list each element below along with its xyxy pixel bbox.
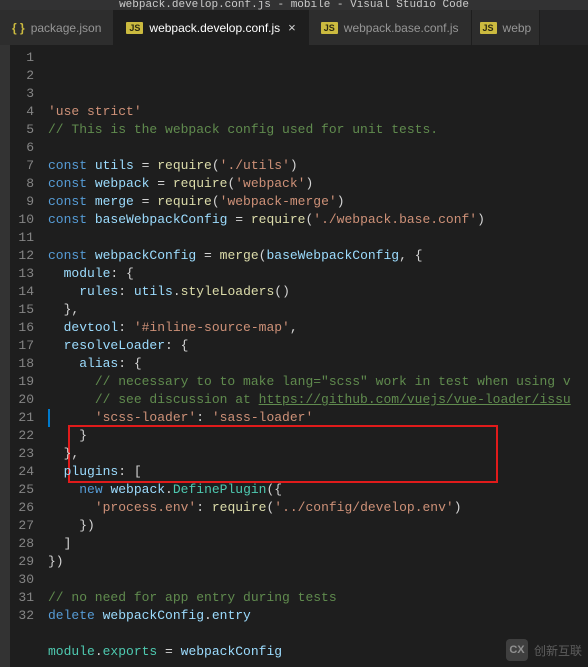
line-number: 31 — [16, 589, 34, 607]
tab-webp[interactable]: JS webp — [472, 10, 541, 45]
code-line[interactable]: // This is the webpack config used for u… — [48, 121, 588, 139]
activity-bar-sliver — [0, 45, 10, 667]
code-line[interactable]: resolveLoader: { — [48, 337, 588, 355]
line-number: 28 — [16, 535, 34, 553]
code-line[interactable]: const baseWebpackConfig = require('./web… — [48, 211, 588, 229]
code-area[interactable]: 'use strict'// This is the webpack confi… — [48, 45, 588, 667]
line-number: 18 — [16, 355, 34, 373]
line-number: 11 — [16, 229, 34, 247]
title-bar: webpack.develop.conf.js - mobile - Visua… — [0, 0, 588, 10]
line-number-gutter: 1234567891011121314151617181920212223242… — [10, 45, 48, 667]
line-number: 12 — [16, 247, 34, 265]
code-line[interactable] — [48, 139, 588, 157]
line-number: 6 — [16, 139, 34, 157]
code-line[interactable]: devtool: '#inline-source-map', — [48, 319, 588, 337]
line-number: 15 — [16, 301, 34, 319]
line-number: 21 — [16, 409, 34, 427]
code-line[interactable]: 'use strict' — [48, 103, 588, 121]
code-line[interactable]: plugins: [ — [48, 463, 588, 481]
line-number: 5 — [16, 121, 34, 139]
close-icon[interactable]: × — [288, 20, 296, 35]
js-icon: JS — [126, 22, 143, 34]
line-number: 4 — [16, 103, 34, 121]
line-number: 14 — [16, 283, 34, 301]
line-number: 23 — [16, 445, 34, 463]
code-line[interactable]: }) — [48, 517, 588, 535]
watermark: CX 创新互联 — [506, 639, 582, 661]
line-number: 27 — [16, 517, 34, 535]
tab-label: webp — [503, 21, 532, 35]
line-number: 9 — [16, 193, 34, 211]
watermark-logo-icon: CX — [506, 639, 528, 661]
code-line[interactable]: const merge = require('webpack-merge') — [48, 193, 588, 211]
code-line[interactable]: rules: utils.styleLoaders() — [48, 283, 588, 301]
line-number: 32 — [16, 607, 34, 625]
code-line[interactable]: const webpack = require('webpack') — [48, 175, 588, 193]
line-number: 1 — [16, 49, 34, 67]
line-number: 16 — [16, 319, 34, 337]
code-line[interactable]: module: { — [48, 265, 588, 283]
js-icon: JS — [321, 22, 338, 34]
code-line[interactable] — [48, 661, 588, 667]
code-line[interactable]: } — [48, 427, 588, 445]
tab-webpack-develop-conf-js[interactable]: JS webpack.develop.conf.js × — [114, 10, 308, 45]
code-line[interactable]: // necessary to to make lang="scss" work… — [48, 373, 588, 391]
tab-package-json[interactable]: { } package.json — [0, 10, 114, 45]
code-line[interactable]: new webpack.DefinePlugin({ — [48, 481, 588, 499]
editor: 1234567891011121314151617181920212223242… — [0, 45, 588, 667]
code-line[interactable]: // see discussion at https://github.com/… — [48, 391, 588, 409]
code-line[interactable]: const utils = require('./utils') — [48, 157, 588, 175]
tab-label: webpack.develop.conf.js — [149, 21, 280, 35]
line-number: 10 — [16, 211, 34, 229]
code-line[interactable]: ] — [48, 535, 588, 553]
code-line[interactable]: }, — [48, 445, 588, 463]
line-number: 26 — [16, 499, 34, 517]
tab-webpack-base-conf-js[interactable]: JS webpack.base.conf.js — [309, 10, 472, 45]
line-number: 3 — [16, 85, 34, 103]
line-number: 22 — [16, 427, 34, 445]
code-line[interactable]: // no need for app entry during tests — [48, 589, 588, 607]
js-icon: JS — [480, 22, 497, 34]
breakpoint-marker — [48, 409, 50, 427]
code-line[interactable]: 'scss-loader': 'sass-loader' — [48, 409, 588, 427]
tab-label: package.json — [31, 21, 102, 35]
code-line[interactable]: }, — [48, 301, 588, 319]
code-line[interactable]: alias: { — [48, 355, 588, 373]
line-number: 7 — [16, 157, 34, 175]
tabs-bar: { } package.json JS webpack.develop.conf.js… — [0, 10, 588, 45]
line-number: 13 — [16, 265, 34, 283]
code-line[interactable] — [48, 571, 588, 589]
line-number: 8 — [16, 175, 34, 193]
line-number: 25 — [16, 481, 34, 499]
watermark-label: 创新互联 — [534, 642, 582, 659]
line-number: 24 — [16, 463, 34, 481]
code-line[interactable]: const webpackConfig = merge(baseWebpackC… — [48, 247, 588, 265]
line-number: 29 — [16, 553, 34, 571]
line-number: 19 — [16, 373, 34, 391]
json-icon: { } — [12, 21, 25, 35]
code-line[interactable]: }) — [48, 553, 588, 571]
tab-label: webpack.base.conf.js — [344, 21, 459, 35]
line-number: 2 — [16, 67, 34, 85]
line-number: 17 — [16, 337, 34, 355]
line-number: 30 — [16, 571, 34, 589]
code-line[interactable] — [48, 229, 588, 247]
code-line[interactable]: delete webpackConfig.entry — [48, 607, 588, 625]
code-line[interactable]: 'process.env': require('../config/develo… — [48, 499, 588, 517]
line-number: 20 — [16, 391, 34, 409]
